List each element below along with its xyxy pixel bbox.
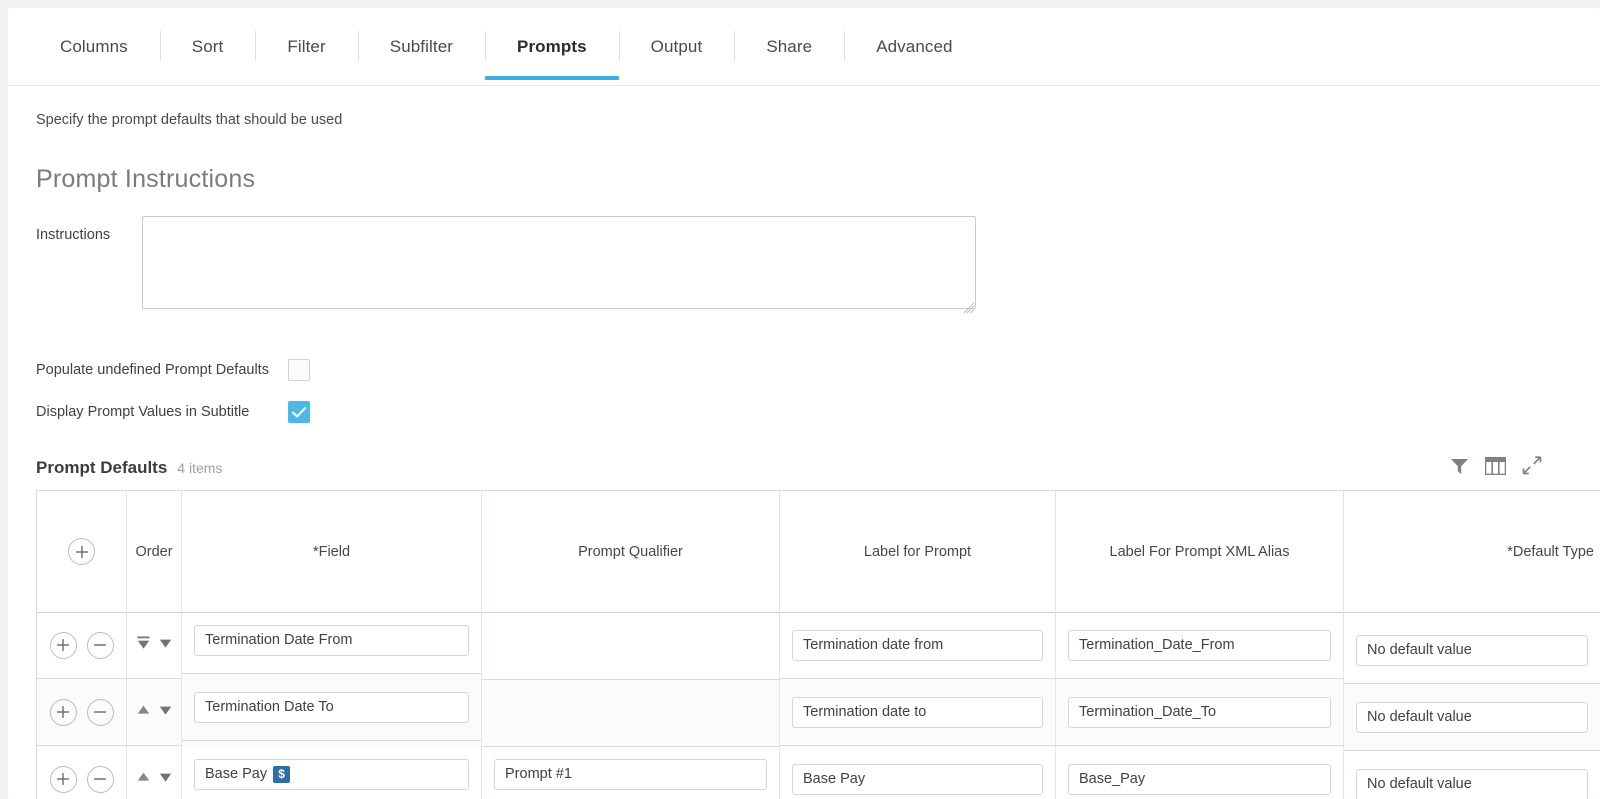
expand-icon[interactable] — [1522, 456, 1542, 480]
tab-label: Advanced — [876, 37, 953, 56]
remove-row-icon[interactable] — [86, 765, 114, 793]
panel-body: Specify the prompt defaults that should … — [8, 112, 1600, 799]
move-down-icon[interactable] — [159, 703, 172, 722]
tab-label: Prompts — [517, 37, 587, 56]
label-for-prompt-input[interactable] — [792, 696, 1043, 728]
option-display-subtitle-row: Display Prompt Values in Subtitle — [36, 396, 1600, 428]
default-type-input[interactable] — [1356, 701, 1588, 733]
row-default-type-cell — [1344, 684, 1600, 751]
plus-circle-icon[interactable] — [68, 538, 95, 565]
field-input[interactable] — [194, 691, 469, 723]
grid-item-count: 4 items — [177, 460, 223, 476]
xml-alias-input[interactable] — [1068, 629, 1331, 661]
tab-label: Filter — [287, 37, 326, 56]
currency-badge-icon: $ — [273, 765, 291, 783]
prompt-qualifier-input[interactable] — [494, 758, 767, 790]
xml-alias-input[interactable] — [1068, 763, 1331, 795]
tab-columns[interactable]: Columns — [28, 8, 160, 86]
panel-subtitle: Specify the prompt defaults that should … — [36, 112, 343, 128]
tab-bar: Columns Sort Filter Subfilter Prompts Ou… — [8, 8, 1600, 86]
tab-prompts[interactable]: Prompts — [485, 8, 619, 86]
table-row — [37, 674, 1600, 751]
move-up-icon[interactable] — [137, 703, 150, 722]
col-header-default-type[interactable]: *Default Type — [1344, 491, 1600, 613]
row-field-cell — [182, 674, 482, 741]
tab-label: Output — [650, 37, 703, 56]
grid-header-row: Order *Field Prompt Qualifier Label for … — [37, 491, 1600, 613]
row-actions — [37, 746, 127, 799]
xml-alias-input[interactable] — [1068, 696, 1331, 728]
move-down-icon[interactable] — [159, 636, 172, 655]
grid-toolbar — [1450, 456, 1542, 480]
section-title: Prompt Instructions — [36, 165, 256, 193]
option-label: Display Prompt Values in Subtitle — [36, 404, 250, 420]
row-label-cell — [780, 746, 1056, 799]
row-label-cell — [780, 612, 1056, 679]
row-order-controls — [127, 612, 182, 679]
tab-label: Sort — [191, 37, 224, 56]
label-for-prompt-input[interactable] — [792, 763, 1043, 795]
field-input[interactable]: Base Pay $ — [194, 758, 469, 790]
prompts-panel: Columns Sort Filter Subfilter Prompts Ou… — [8, 8, 1600, 799]
move-down-bar-icon[interactable] — [137, 636, 150, 655]
row-default-type-cell — [1344, 751, 1600, 799]
col-header-order[interactable]: Order — [127, 491, 182, 613]
default-type-input[interactable] — [1356, 634, 1588, 666]
field-value: Base Pay — [205, 766, 268, 782]
row-xml-cell — [1056, 612, 1344, 679]
add-row-icon[interactable] — [49, 698, 77, 726]
row-order-controls — [127, 746, 182, 799]
remove-row-icon[interactable] — [86, 631, 114, 659]
col-header-xml-alias[interactable]: Label For Prompt XML Alias — [1056, 491, 1344, 613]
col-header-prompt-qualifier[interactable]: Prompt Qualifier — [482, 491, 780, 613]
instructions-input[interactable] — [142, 216, 976, 309]
row-field-cell — [182, 607, 482, 674]
row-label-cell — [780, 679, 1056, 746]
tab-sort[interactable]: Sort — [159, 8, 256, 86]
row-order-controls — [127, 679, 182, 746]
grid-title: Prompt Defaults — [36, 458, 168, 477]
instructions-label: Instructions — [36, 227, 111, 243]
grid-header: Prompt Defaults 4 items — [36, 456, 1564, 480]
filter-icon[interactable] — [1450, 457, 1469, 480]
tab-filter[interactable]: Filter — [255, 8, 357, 86]
tab-output[interactable]: Output — [618, 8, 735, 86]
row-qualifier-cell — [482, 680, 780, 747]
add-row-icon[interactable] — [49, 765, 77, 793]
tab-label: Columns — [60, 37, 128, 56]
row-actions — [37, 612, 127, 679]
row-default-type-cell — [1344, 617, 1600, 684]
row-xml-cell — [1056, 679, 1344, 746]
add-row-icon[interactable] — [49, 631, 77, 659]
move-up-icon[interactable] — [137, 770, 150, 789]
tab-label: Share — [766, 37, 813, 56]
row-xml-cell — [1056, 746, 1344, 799]
row-qualifier-cell — [482, 613, 780, 680]
table-row — [37, 607, 1600, 684]
tab-subfilter[interactable]: Subfilter — [357, 8, 485, 86]
prompt-defaults-grid: Order *Field Prompt Qualifier Label for … — [36, 490, 1600, 799]
remove-row-icon[interactable] — [86, 698, 114, 726]
row-actions — [37, 679, 127, 746]
option-label: Populate undefined Prompt Defaults — [36, 362, 269, 378]
instructions-row: Instructions — [36, 216, 1600, 314]
move-down-icon[interactable] — [159, 770, 172, 789]
grid-add-row-cell — [37, 491, 127, 613]
default-type-input[interactable] — [1356, 768, 1588, 799]
field-input[interactable] — [194, 624, 469, 656]
display-prompt-values-checkbox[interactable] — [288, 401, 310, 423]
row-field-cell: Base Pay $ — [182, 741, 482, 799]
label-for-prompt-input[interactable] — [792, 629, 1043, 661]
col-header-label-for-prompt[interactable]: Label for Prompt — [780, 491, 1056, 613]
option-populate-undefined-row: Populate undefined Prompt Defaults — [36, 354, 1600, 386]
columns-icon[interactable] — [1484, 456, 1507, 480]
tab-label: Subfilter — [389, 37, 454, 56]
populate-undefined-checkbox[interactable] — [288, 359, 310, 381]
tab-share[interactable]: Share — [734, 8, 844, 86]
row-qualifier-cell — [482, 741, 780, 799]
tab-advanced[interactable]: Advanced — [844, 8, 984, 86]
table-row: Base Pay $ — [37, 741, 1600, 799]
col-header-field[interactable]: *Field — [182, 491, 482, 613]
